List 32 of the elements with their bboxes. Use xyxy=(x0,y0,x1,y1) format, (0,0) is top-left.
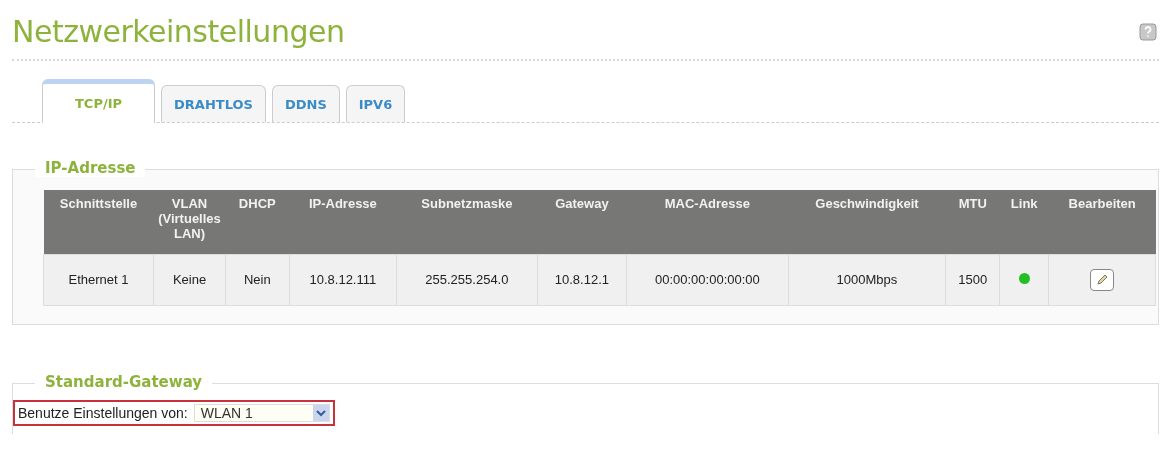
tab[interactable]: TCP/IP xyxy=(42,79,156,123)
section-legend: IP-Adresse xyxy=(35,159,146,177)
column-header: Subnetzmaske xyxy=(396,190,538,254)
column-header: DHCP xyxy=(225,190,290,254)
tab[interactable]: IPV6 xyxy=(345,85,406,122)
table-cell: Keine xyxy=(153,254,226,305)
help-icon[interactable] xyxy=(1139,22,1157,41)
column-header: Gateway xyxy=(537,190,627,254)
column-header: Bearbeiten xyxy=(1048,190,1156,254)
table-cell: Ethernet 1 xyxy=(43,254,154,305)
gateway-select[interactable]: WLAN 1 xyxy=(193,403,330,422)
page-title: Netzwerkeinstellungen xyxy=(12,14,345,49)
table-cell: 255.255.254.0 xyxy=(396,254,538,305)
column-header: IP-Adresse xyxy=(289,190,397,254)
tab[interactable]: DDNS xyxy=(271,85,340,122)
column-header: MAC-Adresse xyxy=(626,190,789,254)
table-cell: 10.8.12.111 xyxy=(289,254,397,305)
column-header: Schnittstelle xyxy=(43,190,154,254)
table-cell: 10.8.12.1 xyxy=(537,254,627,305)
table-cell: 00:00:00:00:00:00 xyxy=(626,254,789,305)
column-header: VLAN (Virtuelles LAN) xyxy=(153,190,226,254)
pencil-icon xyxy=(1095,272,1110,287)
table-cell: 1500 xyxy=(945,254,1000,305)
edit-button[interactable] xyxy=(1090,268,1115,291)
column-header: Link xyxy=(999,190,1049,254)
section-legend: Standard-Gateway xyxy=(35,372,213,391)
field-label: Benutze Einstellungen von: xyxy=(18,404,188,421)
tab[interactable]: DRAHTLOS xyxy=(161,85,266,122)
table-cell: 1000Mbps xyxy=(788,254,946,305)
column-header: MTU xyxy=(945,190,1000,254)
table-cell: Nein xyxy=(225,254,290,305)
column-header: Geschwindigkeit xyxy=(788,190,946,254)
